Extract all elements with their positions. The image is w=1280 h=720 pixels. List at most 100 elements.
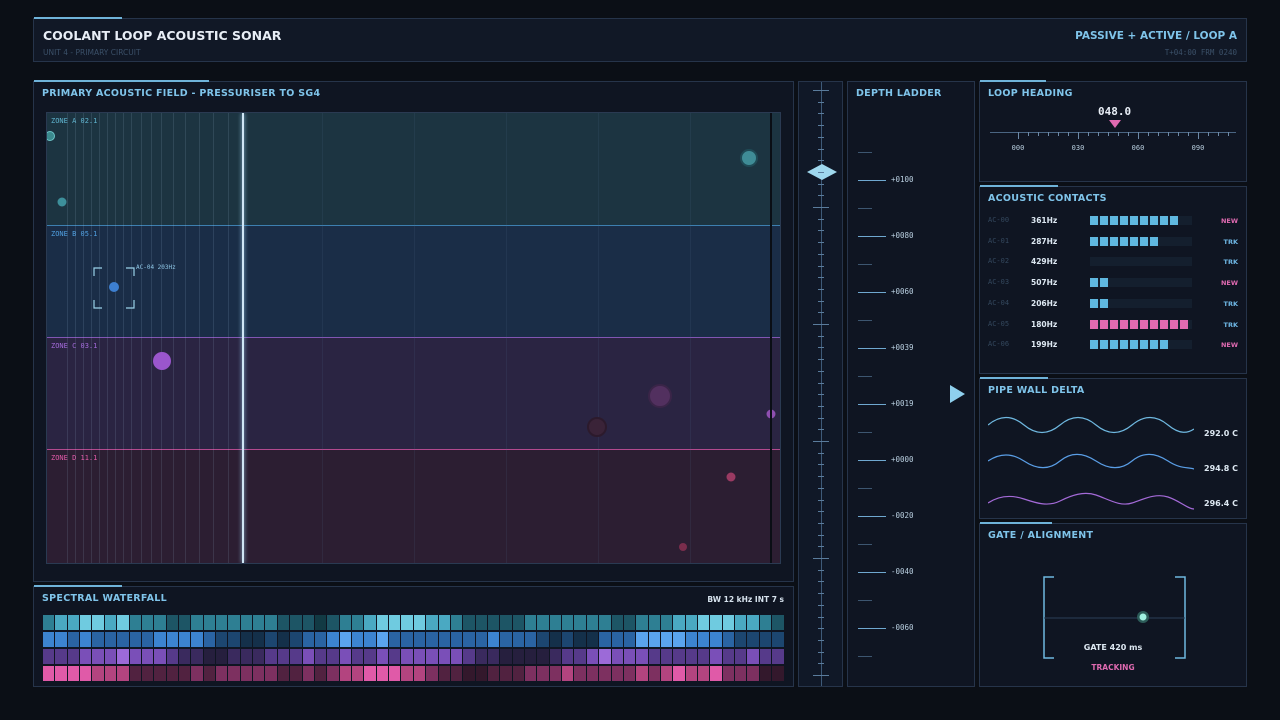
mode-indicator[interactable]: PASSIVE + ACTIVE / LOOP A	[1075, 30, 1237, 42]
contact-row[interactable]: AC-02 429Hz TRK	[980, 256, 1246, 268]
level-segment	[1160, 278, 1168, 287]
heading-scale[interactable]	[990, 132, 1236, 133]
waterfall-cell	[228, 649, 240, 664]
waterfall-cell	[722, 615, 735, 630]
contact-status: NEW	[1220, 217, 1238, 225]
waterfall-cell	[599, 666, 611, 681]
panel-title: PRIMARY ACOUSTIC FIELD - PRESSURISER TO …	[42, 88, 321, 99]
waterfall-cell	[129, 666, 141, 681]
ladder-minor-tick	[858, 600, 872, 601]
waterfall-cell	[55, 632, 67, 647]
waterfall-cell	[191, 632, 203, 647]
waterfall-cell	[240, 666, 253, 681]
acoustic-field-plot[interactable]: ZONE A 02.1 ZONE B 05.1 ZONE C 03.1 ZONE…	[46, 112, 781, 564]
waterfall-cell	[500, 649, 512, 664]
waterfall-cell	[413, 615, 426, 630]
pipe-value: 296.4 C	[1204, 499, 1238, 508]
scale-tick	[818, 569, 824, 571]
ladder-rung	[858, 404, 886, 405]
contact-row[interactable]: AC-04 206Hz TRK	[980, 298, 1246, 310]
contact-marker[interactable]	[679, 543, 687, 551]
wave-line	[988, 416, 1194, 434]
level-segment	[1140, 236, 1148, 246]
contact-marker[interactable]	[57, 197, 67, 207]
waterfall-cell	[401, 666, 413, 681]
waterfall-cell	[586, 632, 599, 647]
contact-row[interactable]: AC-03 507Hz NEW	[980, 277, 1246, 289]
contact-row[interactable]: AC-06 199Hz NEW	[980, 339, 1246, 351]
level-segment	[1170, 237, 1178, 246]
level-segment	[1150, 278, 1158, 287]
waterfall-cell	[772, 615, 784, 630]
contact-row[interactable]: AC-05 180Hz TRK	[980, 319, 1246, 331]
level-segment	[1110, 257, 1118, 266]
ladder-minor-tick	[858, 544, 872, 545]
level-segment	[1170, 319, 1178, 329]
waterfall-cell	[562, 632, 574, 647]
waterfall-cell	[772, 666, 784, 681]
level-segment	[1120, 319, 1128, 329]
panel-title: ACOUSTIC CONTACTS	[988, 193, 1107, 204]
ladder-minor-tick	[858, 376, 872, 377]
waterfall-cell	[574, 615, 586, 630]
contact-row[interactable]: AC-01 287Hz TRK	[980, 236, 1246, 248]
level-segment	[1110, 340, 1118, 350]
waterfall-cell	[475, 632, 487, 647]
heading-tick	[1168, 132, 1169, 136]
waterfall-cell	[117, 666, 129, 681]
heading-label: 060	[1131, 144, 1145, 152]
contact-marker[interactable]	[648, 384, 672, 408]
contact-marker[interactable]	[587, 417, 607, 437]
level-segment	[1130, 278, 1138, 287]
waterfall-cell	[129, 632, 141, 647]
level-segment	[1150, 299, 1158, 308]
contact-marker[interactable]	[726, 472, 736, 482]
acoustic-field-panel: PRIMARY ACOUSTIC FIELD - PRESSURISER TO …	[33, 80, 794, 582]
waterfall-cell	[141, 649, 154, 664]
waterfall-cell	[611, 666, 623, 681]
ladder-rung	[858, 292, 886, 293]
waterfall-cell	[364, 649, 376, 664]
contact-marker[interactable]	[740, 149, 758, 167]
waterfall-cell	[178, 632, 191, 647]
waterfall-cell	[351, 649, 364, 664]
waterfall-cell	[228, 615, 240, 630]
target-brackets[interactable]	[93, 267, 135, 309]
ladder-rung	[858, 348, 886, 349]
waterfall-cell	[685, 632, 698, 647]
level-segment	[1180, 319, 1188, 329]
level-segment	[1120, 299, 1128, 308]
waterfall-cell	[698, 615, 710, 630]
waterfall-cell	[253, 615, 265, 630]
scale-tick	[818, 499, 824, 501]
waterfall-cell	[302, 632, 314, 647]
contact-row[interactable]: AC-00 361Hz NEW	[980, 215, 1246, 227]
level-segment	[1130, 236, 1138, 246]
waterfall-cell	[426, 649, 438, 664]
waterfall-cell	[500, 632, 512, 647]
waterfall-cell	[512, 649, 525, 664]
waterfall-cell	[586, 649, 599, 664]
contact-marker[interactable]	[153, 352, 171, 370]
scale-tick	[818, 312, 824, 314]
level-segment	[1130, 299, 1138, 308]
contact-status: TRK	[1223, 258, 1238, 267]
ladder-pointer-icon[interactable]	[950, 385, 965, 403]
waterfall-cell	[216, 615, 228, 630]
waterfall-cell	[772, 632, 784, 647]
waterfall-cell	[401, 649, 413, 664]
waterfall-cell	[240, 615, 253, 630]
level-segment	[1140, 299, 1148, 308]
waterfall-cell	[104, 649, 117, 664]
trail-stripe	[99, 113, 100, 563]
waterfall-cell	[216, 632, 228, 647]
waterfall-cell	[475, 666, 487, 681]
scale-tick	[818, 651, 824, 653]
waterfall-cell	[413, 632, 426, 647]
waterfall-cell	[104, 632, 117, 647]
waterfall-cell	[759, 632, 772, 647]
app-title: COOLANT LOOP ACOUSTIC SONAR	[43, 28, 282, 43]
waterfall-cell	[376, 649, 389, 664]
level-segment	[1140, 216, 1148, 225]
waterfall-grid[interactable]	[43, 615, 784, 683]
